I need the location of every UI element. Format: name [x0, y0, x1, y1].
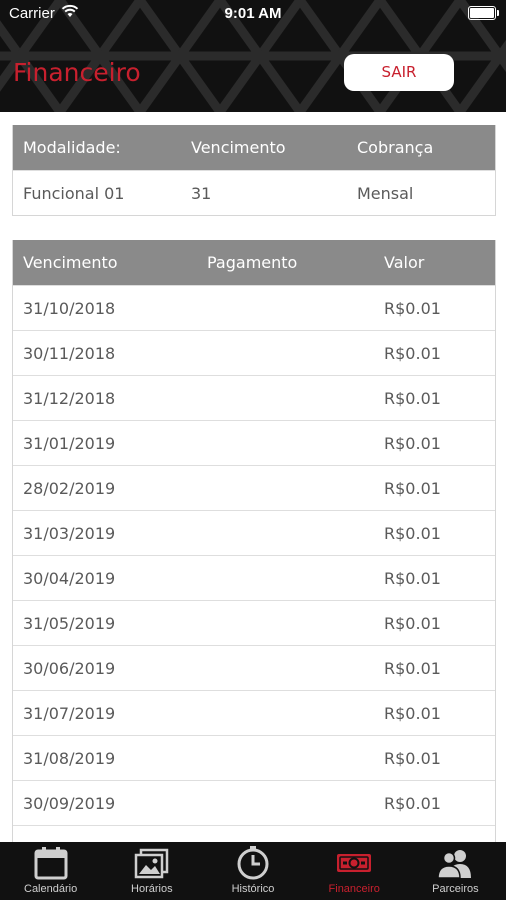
tab-label: Histórico [231, 883, 275, 895]
tab-label: Parceiros [432, 883, 479, 895]
amount-cell: R$0.01 [384, 703, 441, 723]
plan-table-header: Modalidade: Vencimento Cobrança [13, 125, 495, 170]
table-row: 31/05/2019 R$0.01 [13, 600, 495, 645]
column-header-valor: Valor [384, 253, 425, 272]
app-header: Carrier 9:01 AM Financeiro SAIR [0, 0, 506, 112]
battery-icon [468, 6, 499, 20]
table-row: 30/09/2019 R$0.01 [13, 780, 495, 825]
table-row: 31/03/2019 R$0.01 [13, 510, 495, 555]
due-date-cell: 31/07/2019 [23, 703, 116, 723]
tab-calendario[interactable]: Calendário [0, 842, 101, 900]
people-icon [437, 850, 472, 879]
table-row: 31/12/2018 R$0.01 [13, 375, 495, 420]
amount-cell: R$0.01 [384, 478, 441, 498]
due-date-cell: 30/06/2019 [23, 658, 116, 678]
table-row: 31/01/2019 R$0.01 [13, 420, 495, 465]
due-date-cell: 31/12/2018 [23, 388, 116, 408]
tab-label: Calendário [24, 883, 78, 895]
column-header-vencimento: Vencimento [191, 138, 286, 157]
amount-cell: R$0.01 [384, 793, 441, 813]
calendar-icon [34, 847, 68, 880]
clock-icon [237, 846, 269, 880]
due-date-cell: 31/01/2019 [23, 433, 116, 453]
due-date-cell: 31/05/2019 [23, 613, 116, 633]
plan-row: Funcional 01 31 Mensal [13, 170, 495, 215]
amount-cell: R$0.01 [384, 748, 441, 768]
column-header-vencimento: Vencimento [23, 253, 118, 272]
payments-table-header: Vencimento Pagamento Valor [13, 240, 495, 285]
payments-table[interactable]: Vencimento Pagamento Valor 31/10/2018 R$0… [12, 240, 496, 861]
amount-cell: R$0.01 [384, 613, 441, 633]
plan-table: Modalidade: Vencimento Cobrança Funciona… [12, 125, 496, 216]
amount-cell: R$0.01 [384, 343, 441, 363]
due-date-cell: 31/10/2018 [23, 298, 116, 318]
table-row: 30/04/2019 R$0.01 [13, 555, 495, 600]
due-date-cell: 28/02/2019 [23, 478, 116, 498]
table-row: 28/02/2019 R$0.01 [13, 465, 495, 510]
page-title: Financeiro [13, 58, 141, 87]
table-row: 31/07/2019 R$0.01 [13, 690, 495, 735]
table-row: 30/11/2018 R$0.01 [13, 330, 495, 375]
tab-horarios[interactable]: Horários [101, 842, 202, 900]
amount-cell: R$0.01 [384, 568, 441, 588]
tab-financeiro[interactable]: Financeiro [304, 842, 405, 900]
tab-bar: Calendário Horários Histórico Financeiro [0, 842, 506, 900]
tab-label: Financeiro [328, 883, 380, 895]
due-date-cell: 30/09/2019 [23, 793, 116, 813]
table-row: 30/06/2019 R$0.01 [13, 645, 495, 690]
money-icon [337, 854, 372, 872]
clock-label: 9:01 AM [224, 5, 282, 22]
tab-historico[interactable]: Histórico [202, 842, 303, 900]
due-date-cell: 31/08/2019 [23, 748, 116, 768]
amount-cell: R$0.01 [384, 523, 441, 543]
plan-vencimento: 31 [191, 183, 212, 203]
column-header-modalidade: Modalidade: [23, 138, 121, 157]
table-row: 31/10/2018 R$0.01 [13, 285, 495, 330]
payments-list: 31/10/2018 R$0.01 30/11/2018 R$0.01 31/12/20… [13, 285, 495, 860]
due-date-cell: 30/11/2018 [23, 343, 116, 363]
amount-cell: R$0.01 [384, 388, 441, 408]
due-date-cell: 30/04/2019 [23, 568, 116, 588]
amount-cell: R$0.01 [384, 658, 441, 678]
amount-cell: R$0.01 [384, 298, 441, 318]
due-date-cell: 31/03/2019 [23, 523, 116, 543]
tab-parceiros[interactable]: Parceiros [405, 842, 506, 900]
photos-icon [134, 848, 169, 879]
amount-cell: R$0.01 [384, 433, 441, 453]
status-bar: Carrier 9:01 AM [0, 0, 506, 28]
logout-button[interactable]: SAIR [344, 54, 454, 91]
column-header-pagamento: Pagamento [207, 253, 298, 272]
column-header-cobranca: Cobrança [357, 138, 434, 157]
plan-modalidade: Funcional 01 [23, 183, 125, 203]
table-row: 31/08/2019 R$0.01 [13, 735, 495, 780]
tab-label: Horários [131, 883, 173, 895]
plan-cobranca: Mensal [357, 183, 414, 203]
